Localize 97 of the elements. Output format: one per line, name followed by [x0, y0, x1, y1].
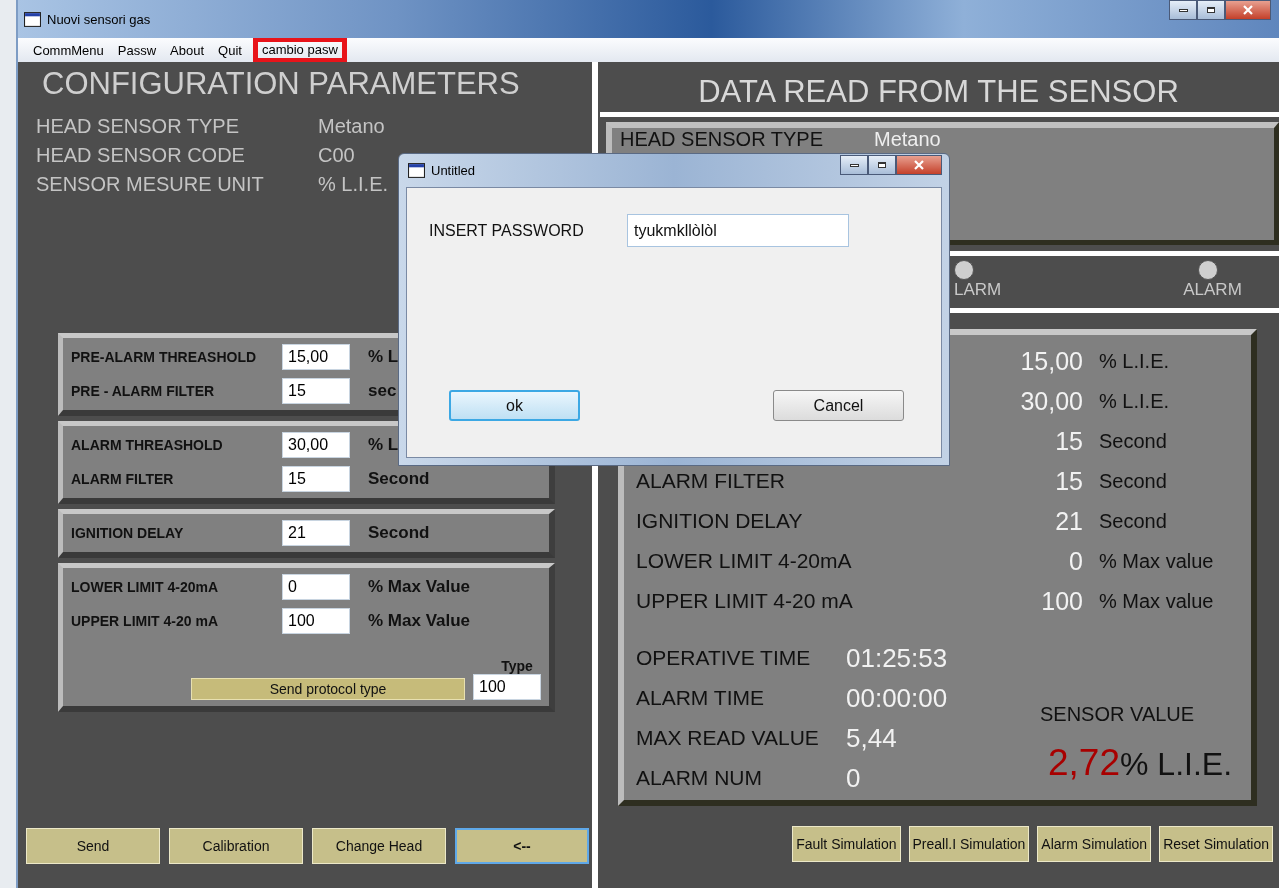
info-label: SENSOR MESURE UNIT — [36, 172, 264, 197]
stat-label: MAX READ VALUE — [635, 725, 819, 751]
close-icon — [1243, 5, 1253, 15]
close-icon — [914, 160, 924, 170]
parameter-field[interactable]: 0 — [282, 574, 350, 600]
minimize-button[interactable] — [840, 155, 868, 175]
type-field[interactable]: 100 — [473, 674, 541, 700]
close-button[interactable] — [1225, 0, 1271, 20]
simulation-button[interactable]: Reset Simulation — [1159, 826, 1273, 862]
reading-value: 100 — [1040, 587, 1083, 615]
reading-value: 30,00 — [1020, 387, 1083, 415]
maximize-icon — [878, 162, 886, 168]
unit-label: % Max value — [1099, 549, 1215, 574]
action-button[interactable]: Change Head — [312, 828, 446, 864]
sensor-value: 2,72 — [1048, 742, 1120, 784]
reading-label: LOWER LIMIT 4-20mA — [635, 548, 853, 574]
reading-value: 15,00 — [1020, 347, 1083, 375]
window-title: Nuovi sensori gas — [47, 11, 151, 27]
sensor-unit: % L.I.E. — [1120, 746, 1233, 783]
info-value: Metano — [318, 114, 385, 139]
close-button[interactable] — [896, 155, 942, 175]
unit-label: Second — [1099, 509, 1168, 534]
stat-label: OPERATIVE TIME — [635, 645, 811, 671]
unit-label: sec — [368, 381, 398, 401]
stat-label: ALARM NUM — [635, 765, 762, 791]
menu-item[interactable]: About — [163, 40, 212, 60]
dialog-button[interactable]: Cancel — [773, 390, 904, 421]
info-label: HEAD SENSOR CODE — [36, 143, 245, 168]
minimize-icon — [1178, 8, 1188, 12]
stat-value: 01:25:53 — [846, 644, 949, 672]
stat-value: 5,44 — [846, 724, 898, 752]
indicator-label: ALARM — [1183, 280, 1242, 300]
stat-label: ALARM TIME — [635, 685, 764, 711]
reading-value: 21 — [1054, 507, 1083, 535]
simulation-button[interactable]: Alarm Simulation — [1037, 826, 1152, 862]
simulation-button[interactable]: Preall.I Simulation — [908, 826, 1030, 862]
stat-value: 0 — [846, 764, 862, 792]
unit-label: Second — [368, 523, 431, 543]
minimize-icon — [849, 163, 859, 167]
menu-item[interactable]: Passw — [110, 40, 164, 60]
unit-label: % L — [368, 347, 400, 367]
action-button[interactable]: Calibration — [169, 828, 303, 864]
info-label: HEAD SENSOR TYPE — [36, 114, 240, 139]
parameter-label: PRE-ALARM THREASHOLD — [71, 349, 258, 365]
password-label: INSERT PASSWORD — [429, 221, 585, 240]
parameter-field[interactable]: 21 — [282, 520, 350, 546]
dialog-button[interactable]: ok — [449, 390, 580, 421]
window-icon — [24, 11, 41, 27]
parameter-field[interactable]: 15 — [282, 466, 350, 492]
dialog-title: Untitled — [431, 163, 476, 178]
menu-item[interactable]: CommMenu — [26, 40, 111, 60]
info-value: % L.I.E. — [318, 172, 389, 197]
stat-value: 00:00:00 — [846, 684, 949, 712]
parameter-label: IGNITION DELAY — [71, 525, 185, 541]
parameter-label: UPPER LIMIT 4-20 mA — [71, 613, 220, 629]
parameter-field[interactable]: 15 — [282, 378, 350, 404]
sensor-value-label: SENSOR VALUE — [1040, 703, 1196, 726]
send-protocol-button[interactable]: Send protocol type — [191, 678, 465, 700]
unit-label: % Max value — [1099, 589, 1215, 614]
password-field[interactable]: tyukmkllòlòl — [627, 214, 849, 247]
maximize-button[interactable] — [868, 155, 896, 175]
menu-item[interactable]: Quit — [211, 40, 249, 60]
parameter-field[interactable]: 15,00 — [282, 344, 350, 370]
unit-label: % Max Value — [368, 577, 472, 597]
reading-value: 0 — [1068, 547, 1083, 575]
parameter-label: PRE - ALARM FILTER — [71, 383, 216, 399]
reading-label: UPPER LIMIT 4-20 mA — [635, 588, 854, 614]
reading-value: 15 — [1054, 427, 1083, 455]
maximize-button[interactable] — [1197, 0, 1225, 20]
action-button[interactable]: <-- — [455, 828, 589, 864]
parameter-label: ALARM THREASHOLD — [71, 437, 224, 453]
unit-label: Second — [368, 469, 431, 489]
unit-label: % Max Value — [368, 611, 472, 631]
head-value: Metano — [874, 128, 941, 151]
window-icon — [408, 163, 425, 178]
indicator-label: LARM — [954, 280, 1002, 300]
reading-value: 15 — [1054, 467, 1083, 495]
head-label: HEAD SENSOR TYPE — [620, 128, 825, 151]
panel-title: DATA READ FROM THE SENSOR — [697, 73, 1180, 111]
reading-label: ALARM FILTER — [635, 468, 786, 494]
info-value: C00 — [318, 143, 355, 168]
simulation-button[interactable]: Fault Simulation — [792, 826, 901, 862]
maximize-icon — [1207, 7, 1215, 13]
parameter-field[interactable]: 100 — [282, 608, 350, 634]
unit-label: Second — [1099, 429, 1168, 454]
panel-title: CONFIGURATION PARAMETERS — [41, 65, 521, 102]
parameter-label: LOWER LIMIT 4-20mA — [71, 579, 219, 595]
parameter-field[interactable]: 30,00 — [282, 432, 350, 458]
unit-label: % L.I.E. — [1099, 389, 1171, 414]
unit-label: % L — [368, 435, 400, 455]
parameter-label: ALARM FILTER — [71, 471, 175, 487]
reading-label: IGNITION DELAY — [635, 508, 804, 534]
unit-label: Second — [1099, 469, 1168, 494]
unit-label: % L.I.E. — [1099, 349, 1171, 374]
action-button[interactable]: Send — [26, 828, 160, 864]
minimize-button[interactable] — [1169, 0, 1197, 20]
type-label: Type — [501, 658, 533, 674]
